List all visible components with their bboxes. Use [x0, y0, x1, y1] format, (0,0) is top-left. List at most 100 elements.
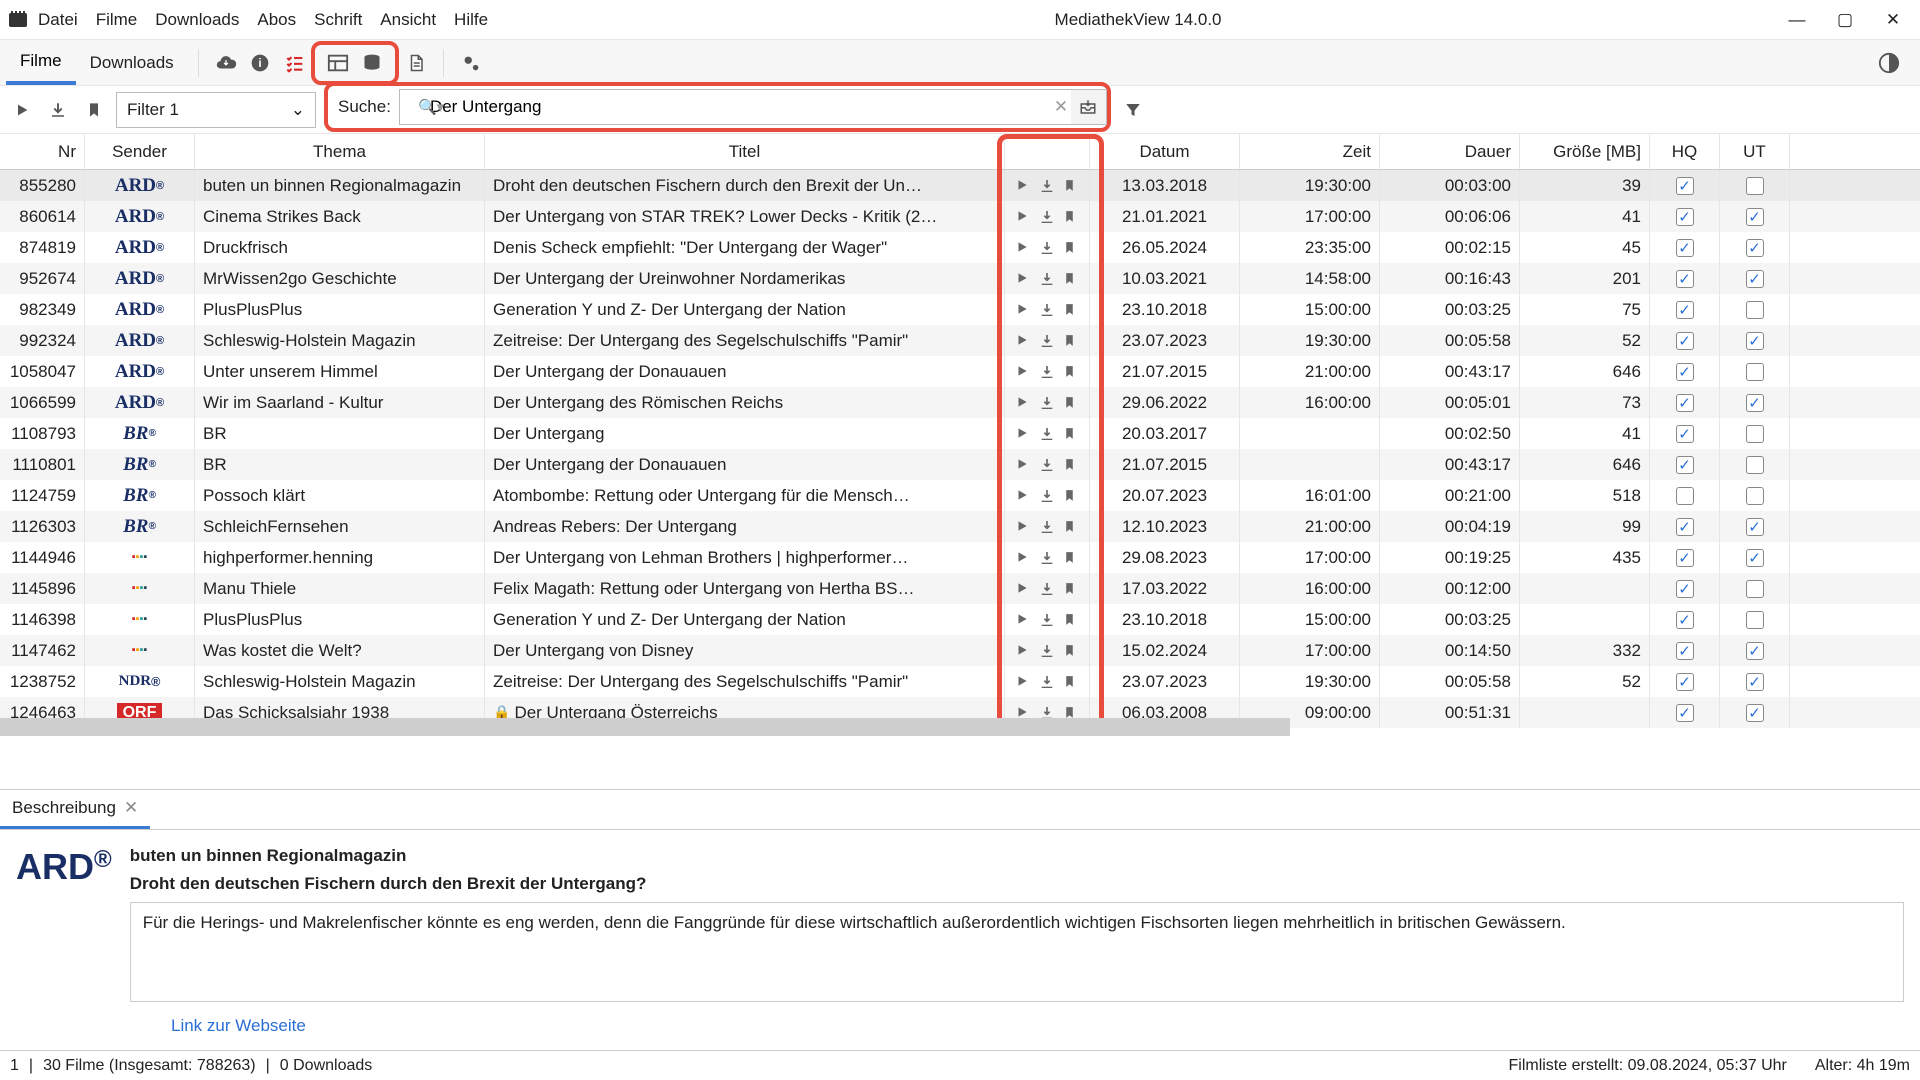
checkbox[interactable]: ✓ — [1676, 673, 1694, 691]
col-hq[interactable]: HQ — [1650, 134, 1720, 169]
col-titel[interactable]: Titel — [485, 134, 1005, 169]
col-datum[interactable]: Datum — [1090, 134, 1240, 169]
close-desc-icon[interactable]: ✕ — [124, 798, 138, 818]
checkbox[interactable]: ✓ — [1746, 394, 1764, 412]
checkbox[interactable] — [1746, 456, 1764, 474]
row-play-icon[interactable] — [1015, 240, 1031, 256]
row-play-icon[interactable] — [1015, 488, 1031, 504]
row-play-icon[interactable] — [1015, 426, 1031, 442]
menu-abos[interactable]: Abos — [257, 10, 296, 30]
checkbox[interactable]: ✓ — [1676, 611, 1694, 629]
row-download-icon[interactable] — [1039, 581, 1055, 597]
table-row[interactable]: 1146398▪▪▪▪PlusPlusPlusGeneration Y und … — [0, 604, 1920, 635]
row-bookmark-icon[interactable] — [1063, 302, 1079, 318]
checkbox[interactable]: ✓ — [1676, 208, 1694, 226]
document-icon[interactable] — [399, 46, 433, 80]
row-bookmark-icon[interactable] — [1063, 178, 1079, 194]
col-groesse[interactable]: Größe [MB] — [1520, 134, 1650, 169]
row-bookmark-icon[interactable] — [1063, 457, 1079, 473]
table-row[interactable]: 1126303BR®SchleichFernsehenAndreas Reber… — [0, 511, 1920, 542]
row-play-icon[interactable] — [1015, 178, 1031, 194]
checkbox[interactable]: ✓ — [1676, 456, 1694, 474]
checkbox[interactable]: ✓ — [1676, 642, 1694, 660]
table-row[interactable]: 1110801BR®BRDer Untergang der Donauauen2… — [0, 449, 1920, 480]
row-download-icon[interactable] — [1039, 488, 1055, 504]
search-input[interactable] — [399, 89, 1079, 125]
checkbox[interactable] — [1746, 301, 1764, 319]
settings-icon[interactable] — [454, 46, 488, 80]
table-row[interactable]: 874819ARD®DruckfrischDenis Scheck empfie… — [0, 232, 1920, 263]
table-row[interactable]: 1147462▪▪▪▪Was kostet die Welt?Der Unter… — [0, 635, 1920, 666]
row-play-icon[interactable] — [1015, 457, 1031, 473]
row-bookmark-icon[interactable] — [1063, 643, 1079, 659]
col-thema[interactable]: Thema — [195, 134, 485, 169]
checkbox[interactable]: ✓ — [1676, 549, 1694, 567]
checkbox[interactable] — [1746, 425, 1764, 443]
checkbox[interactable]: ✓ — [1676, 177, 1694, 195]
table-row[interactable]: 1124759BR®Possoch klärtAtombombe: Rettun… — [0, 480, 1920, 511]
checkbox[interactable]: ✓ — [1746, 673, 1764, 691]
checkbox[interactable]: ✓ — [1676, 270, 1694, 288]
menu-hilfe[interactable]: Hilfe — [454, 10, 488, 30]
play-icon[interactable] — [8, 96, 36, 124]
checkbox[interactable]: ✓ — [1746, 549, 1764, 567]
desc-link[interactable]: Link zur Webseite — [155, 1010, 1920, 1050]
row-download-icon[interactable] — [1039, 209, 1055, 225]
horizontal-scrollbar[interactable] — [0, 718, 1290, 736]
row-play-icon[interactable] — [1015, 612, 1031, 628]
table-row[interactable]: 982349ARD®PlusPlusPlusGeneration Y und Z… — [0, 294, 1920, 325]
clear-search-icon[interactable]: ✕ — [1051, 97, 1071, 117]
menu-downloads[interactable]: Downloads — [155, 10, 239, 30]
checkbox[interactable]: ✓ — [1746, 239, 1764, 257]
row-download-icon[interactable] — [1039, 550, 1055, 566]
row-download-icon[interactable] — [1039, 457, 1055, 473]
download-icon[interactable] — [44, 96, 72, 124]
row-download-icon[interactable] — [1039, 674, 1055, 690]
row-play-icon[interactable] — [1015, 674, 1031, 690]
row-download-icon[interactable] — [1039, 271, 1055, 287]
checkbox[interactable]: ✓ — [1676, 363, 1694, 381]
bookmark-icon[interactable] — [80, 96, 108, 124]
checkbox[interactable]: ✓ — [1746, 208, 1764, 226]
col-ut[interactable]: UT — [1720, 134, 1790, 169]
row-bookmark-icon[interactable] — [1063, 209, 1079, 225]
layout-icon[interactable] — [321, 46, 355, 80]
checkbox[interactable] — [1746, 580, 1764, 598]
checkbox[interactable]: ✓ — [1676, 704, 1694, 722]
row-play-icon[interactable] — [1015, 519, 1031, 535]
menu-schrift[interactable]: Schrift — [314, 10, 362, 30]
row-download-icon[interactable] — [1039, 395, 1055, 411]
table-row[interactable]: 855280ARD®buten un binnen Regionalmagazi… — [0, 170, 1920, 201]
row-download-icon[interactable] — [1039, 333, 1055, 349]
row-bookmark-icon[interactable] — [1063, 271, 1079, 287]
row-bookmark-icon[interactable] — [1063, 426, 1079, 442]
table-row[interactable]: 1145896▪▪▪▪Manu ThieleFelix Magath: Rett… — [0, 573, 1920, 604]
checkbox[interactable] — [1746, 177, 1764, 195]
checkbox[interactable]: ✓ — [1746, 518, 1764, 536]
col-nr[interactable]: Nr — [0, 134, 85, 169]
row-bookmark-icon[interactable] — [1063, 519, 1079, 535]
checkbox[interactable] — [1676, 487, 1694, 505]
row-download-icon[interactable] — [1039, 643, 1055, 659]
row-download-icon[interactable] — [1039, 426, 1055, 442]
row-bookmark-icon[interactable] — [1063, 488, 1079, 504]
funnel-icon[interactable] — [1119, 96, 1147, 124]
table-row[interactable]: 1058047ARD®Unter unserem HimmelDer Unter… — [0, 356, 1920, 387]
inbox-icon[interactable] — [1071, 89, 1107, 125]
cloud-download-icon[interactable] — [209, 46, 243, 80]
checkbox[interactable]: ✓ — [1676, 332, 1694, 350]
row-play-icon[interactable] — [1015, 643, 1031, 659]
col-dauer[interactable]: Dauer — [1380, 134, 1520, 169]
checkbox[interactable]: ✓ — [1746, 704, 1764, 722]
row-download-icon[interactable] — [1039, 612, 1055, 628]
list-icon[interactable] — [277, 46, 311, 80]
row-bookmark-icon[interactable] — [1063, 395, 1079, 411]
row-download-icon[interactable] — [1039, 364, 1055, 380]
database-icon[interactable] — [355, 46, 389, 80]
checkbox[interactable]: ✓ — [1746, 642, 1764, 660]
checkbox[interactable] — [1746, 363, 1764, 381]
row-play-icon[interactable] — [1015, 395, 1031, 411]
row-download-icon[interactable] — [1039, 240, 1055, 256]
checkbox[interactable] — [1746, 611, 1764, 629]
row-bookmark-icon[interactable] — [1063, 240, 1079, 256]
